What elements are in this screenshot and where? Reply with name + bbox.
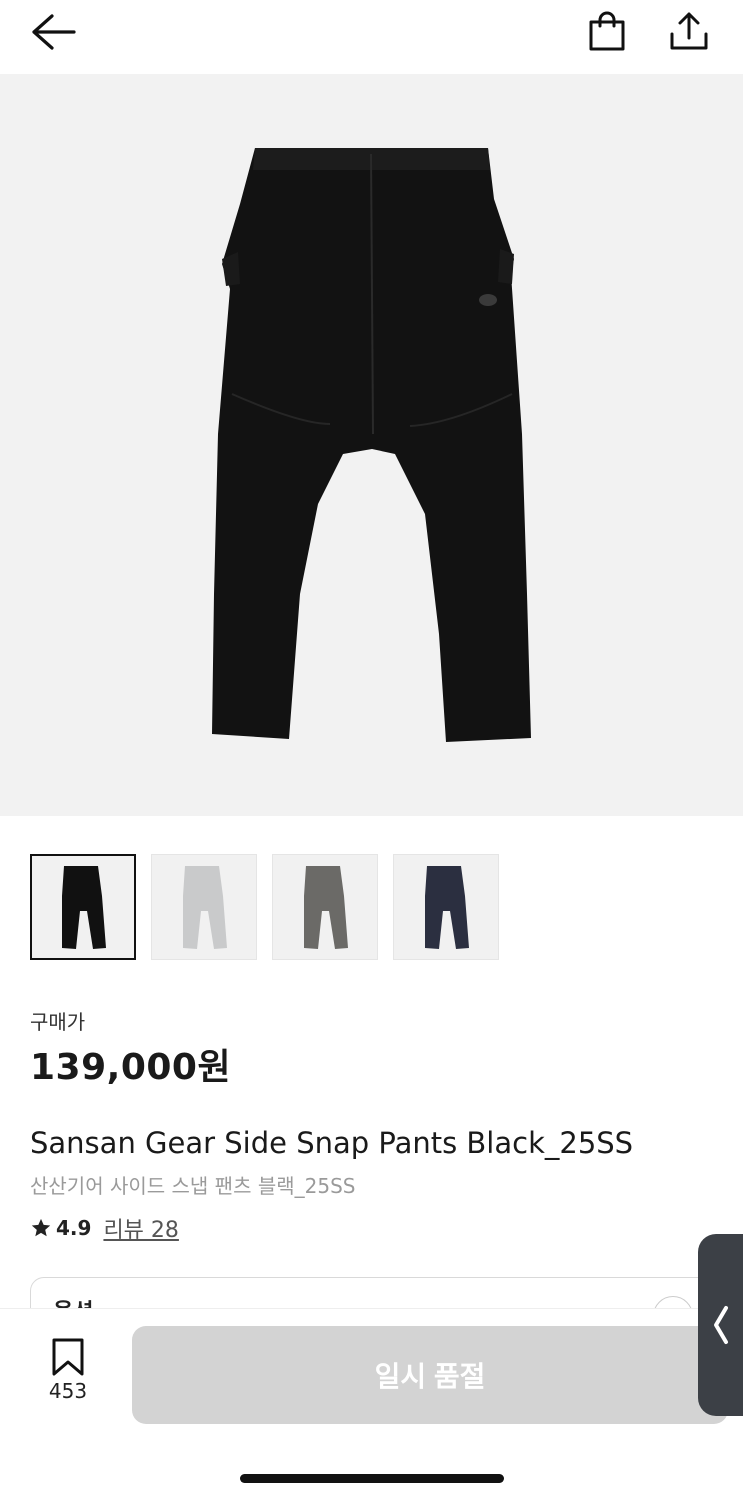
sold-out-button[interactable]: 일시 품절 [132, 1326, 728, 1424]
share-upload-icon[interactable] [668, 10, 710, 52]
thumbnail-black[interactable] [30, 854, 136, 960]
home-indicator [240, 1474, 504, 1483]
shopping-bag-icon[interactable] [586, 10, 628, 52]
bookmark-icon [52, 1338, 84, 1376]
rating-score: 4.9 [56, 1216, 92, 1240]
bookmark-count: 453 [48, 1379, 88, 1403]
rating-row: 4.9 리뷰 28 [30, 1212, 179, 1244]
bottom-action-bar: 453 일시 품절 [0, 1309, 743, 1500]
side-drawer-tab[interactable] [698, 1234, 743, 1416]
black-pants-photo [212, 148, 531, 742]
arrow-left-icon[interactable] [30, 12, 76, 52]
chevron-left-icon [714, 1306, 728, 1344]
thumbnail-light-gray[interactable] [151, 854, 257, 960]
price-label: 구매가 [30, 1010, 86, 1034]
review-count-link[interactable]: 리뷰 28 [103, 1212, 178, 1244]
product-main-image[interactable] [0, 74, 743, 816]
star-icon [31, 1218, 51, 1237]
thumbnail-navy[interactable] [393, 854, 499, 960]
thumbnail-charcoal[interactable] [272, 854, 378, 960]
product-name-english: Sansan Gear Side Snap Pants Black_25SS [30, 1126, 634, 1160]
bookmark-button[interactable]: 453 [36, 1337, 100, 1407]
product-name-korean: 산산기어 사이드 스냅 팬츠 블랙_25SS [30, 1174, 356, 1198]
top-navigation-bar [0, 0, 743, 74]
price-value: 139,000원 [30, 1047, 232, 1088]
